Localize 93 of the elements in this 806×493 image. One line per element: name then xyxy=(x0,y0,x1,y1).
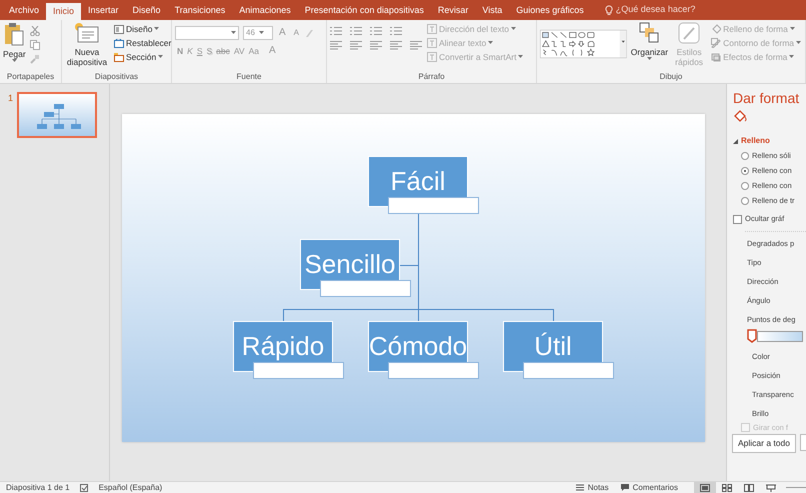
arrange-button[interactable]: Organizar xyxy=(630,22,668,71)
align-right-icon[interactable] xyxy=(370,40,382,50)
section-heading[interactable]: Relleno xyxy=(741,135,770,147)
ribbon-button[interactable]: Restablecer xyxy=(113,36,172,50)
ribbon-button[interactable]: Sección xyxy=(113,50,172,64)
paste-button[interactable]: Pegar xyxy=(3,22,26,71)
language-text[interactable]: Español (España) xyxy=(98,482,162,493)
notes-check-icon[interactable] xyxy=(80,484,89,492)
checkbox[interactable] xyxy=(733,214,742,224)
caret-icon xyxy=(789,55,794,59)
ribbon-tab[interactable]: Animaciones xyxy=(232,0,298,20)
caret-icon xyxy=(258,31,264,35)
center-icon[interactable] xyxy=(350,40,362,50)
search-field[interactable]: ¿Qué desea hacer? xyxy=(616,3,726,17)
ribbon-tab[interactable]: Presentación con diapositivas xyxy=(298,0,431,20)
group-label: Diapositivas xyxy=(94,71,140,83)
format-button[interactable]: abc xyxy=(214,44,232,58)
justify-icon[interactable] xyxy=(390,40,402,50)
paint-bucket-icon[interactable] xyxy=(733,110,747,123)
ribbon-tab[interactable]: Guiones gráficos xyxy=(509,0,591,20)
caret-icon xyxy=(796,41,801,45)
lightbulb-icon xyxy=(604,4,613,16)
shrink-font-button[interactable]: A xyxy=(292,26,302,40)
presenter-view-icon xyxy=(766,484,776,492)
apply-all-button[interactable]: Aplicar a todo xyxy=(732,434,796,453)
ribbon-tab[interactable]: Vista xyxy=(475,0,510,20)
section-icon xyxy=(114,52,124,62)
paintbrush-icon[interactable] xyxy=(30,54,40,64)
ribbon-tab[interactable]: Insertar xyxy=(81,0,126,20)
font-color-button[interactable]: A xyxy=(267,44,278,58)
group-label: Portapapeles xyxy=(6,71,56,83)
reading-view-icon xyxy=(744,484,754,492)
font-size-field[interactable]: 46 xyxy=(243,26,273,40)
status-text: Diapositiva 1 de 1 xyxy=(6,482,70,493)
caret-icon xyxy=(518,55,524,59)
columns-icon[interactable] xyxy=(410,40,422,50)
ribbon-tab[interactable]: Archivo xyxy=(2,0,46,20)
comment-icon xyxy=(620,484,629,491)
copy-icon[interactable] xyxy=(30,40,40,50)
numbering-icon[interactable] xyxy=(350,26,362,36)
view-button[interactable] xyxy=(694,482,716,493)
gradient-stops-bar[interactable] xyxy=(757,330,803,342)
format-button[interactable]: S xyxy=(194,44,204,58)
slide-thumbnail[interactable] xyxy=(17,92,98,138)
caret-icon xyxy=(231,31,236,35)
effects-icon xyxy=(711,52,722,62)
grow-font-button[interactable]: A xyxy=(277,26,288,40)
reset-icon xyxy=(114,38,124,48)
caret-icon xyxy=(12,59,17,63)
fill-icon xyxy=(711,24,722,34)
pane-title: Dar format xyxy=(733,90,800,106)
ribbon-tab[interactable]: Diseño xyxy=(126,0,168,20)
format-button[interactable]: AV xyxy=(232,44,247,58)
decrease-indent-icon[interactable] xyxy=(370,26,382,36)
radio-button[interactable] xyxy=(741,167,749,175)
slide-number: 1 xyxy=(8,92,14,105)
format-button[interactable]: Aa xyxy=(246,44,261,58)
group-label: Párrafo xyxy=(417,71,446,83)
text-icon xyxy=(427,52,437,62)
expand-icon[interactable] xyxy=(733,138,738,144)
notes-button[interactable]: Notas xyxy=(570,482,615,493)
align-left-icon[interactable] xyxy=(330,40,342,50)
ribbon-button[interactable]: Diseño xyxy=(113,22,172,36)
text-icon xyxy=(427,38,437,48)
normal-view-icon xyxy=(700,484,710,492)
radio-button[interactable] xyxy=(741,182,749,190)
format-button[interactable]: K xyxy=(185,44,195,58)
caret-icon xyxy=(488,41,494,45)
radio-button[interactable] xyxy=(741,197,749,205)
group-label: Dibujo xyxy=(658,71,684,83)
scissors-icon[interactable] xyxy=(30,26,40,36)
caret-icon xyxy=(646,57,652,61)
group-label: Fuente xyxy=(236,71,262,83)
new-slide-button[interactable]: Nueva diapositiva xyxy=(65,22,109,71)
ribbon-tab[interactable]: Inicio xyxy=(46,3,82,20)
caret-icon xyxy=(510,27,516,31)
clear-format-icon[interactable] xyxy=(305,28,314,38)
caret-icon xyxy=(790,27,795,31)
outline-icon xyxy=(711,38,722,48)
sorter-view-icon xyxy=(722,484,732,492)
text-icon xyxy=(427,24,437,34)
comments-button[interactable]: Comentarios xyxy=(614,482,684,493)
format-button[interactable]: S xyxy=(204,44,214,58)
font-name-field[interactable] xyxy=(175,26,239,40)
ribbon-tab[interactable]: Revisar xyxy=(430,0,476,20)
gradient-stop-handle[interactable] xyxy=(747,329,757,343)
format-button[interactable]: N xyxy=(175,44,186,58)
layout-icon xyxy=(114,24,124,34)
ribbon-tab[interactable]: Transiciones xyxy=(168,0,232,20)
increase-indent-icon[interactable] xyxy=(390,26,402,36)
notes-icon xyxy=(576,484,584,491)
radio-button[interactable] xyxy=(741,152,749,160)
bullets-icon[interactable] xyxy=(330,26,342,36)
